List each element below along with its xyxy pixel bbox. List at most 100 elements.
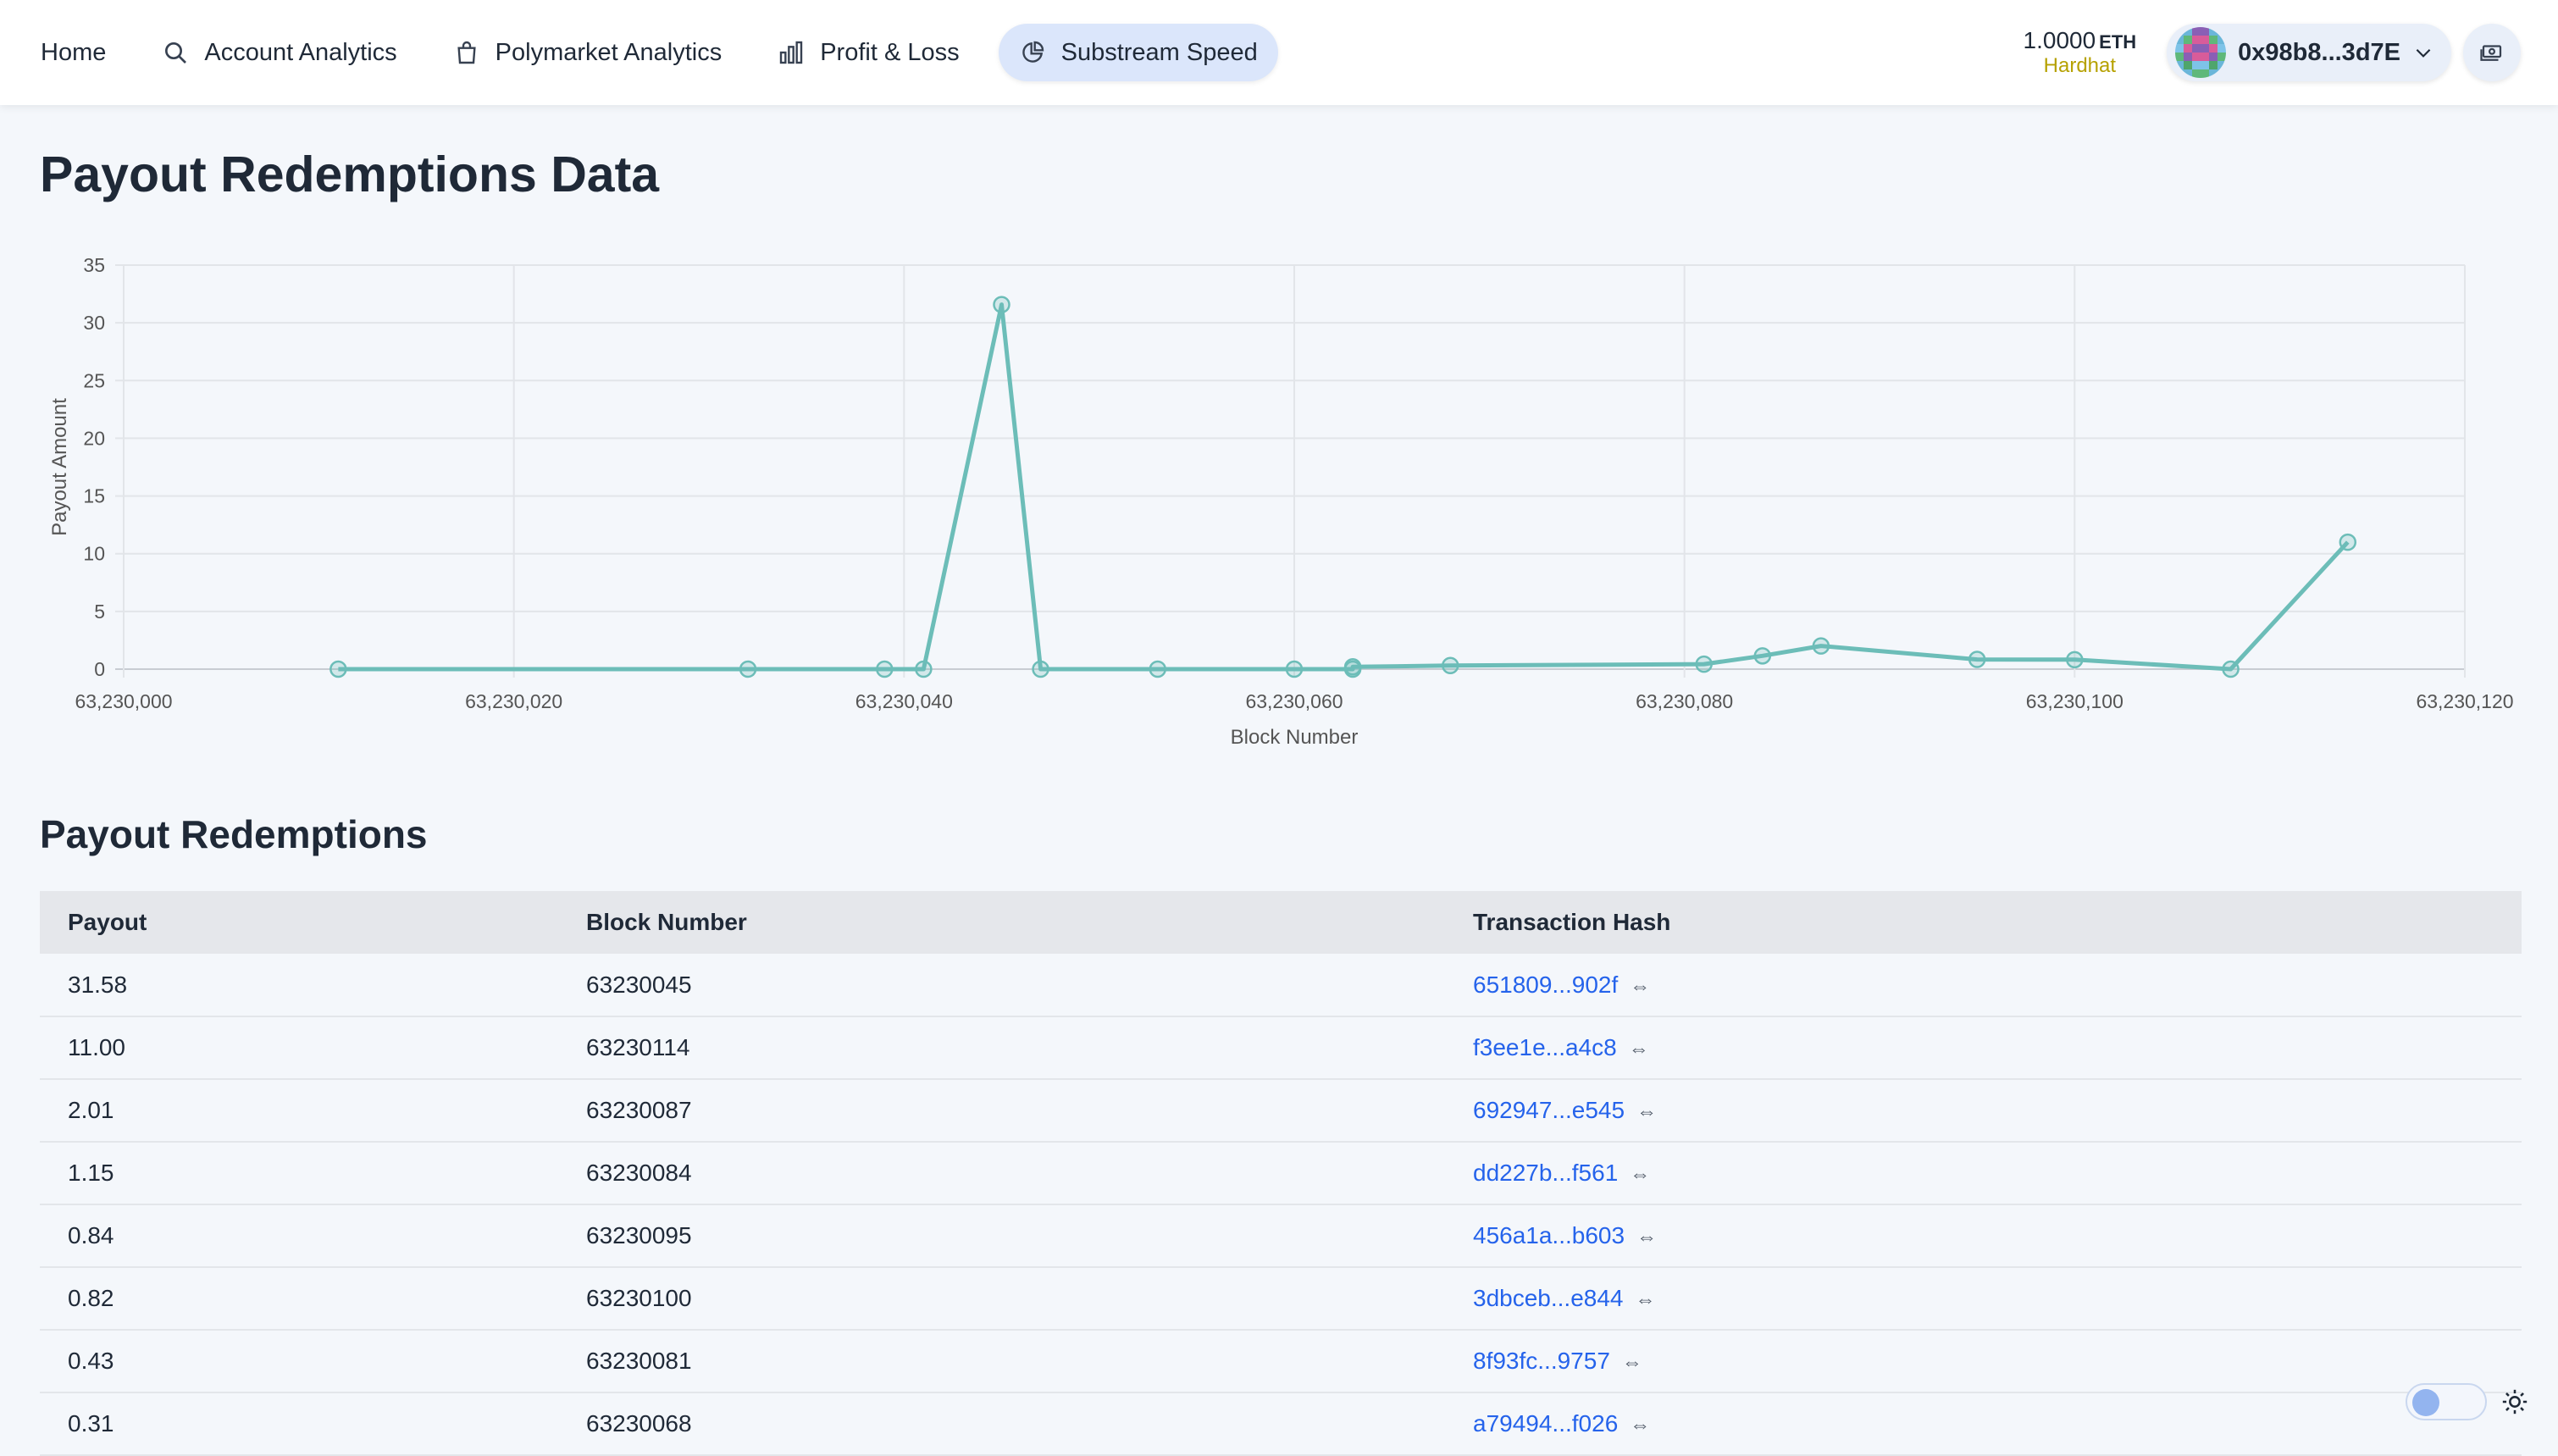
cell-block-number: 63230114 — [586, 1016, 1473, 1080]
transaction-hash-link[interactable]: 3dbceb...e844 — [1473, 1285, 1624, 1311]
table-row: 31.58 63230045 651809...902f ⇔ — [40, 954, 2522, 1017]
nav-item-profit-loss[interactable]: Profit & Loss — [761, 24, 976, 81]
transaction-hash-link[interactable]: f3ee1e...a4c8 — [1473, 1034, 1617, 1060]
theme-toggle[interactable] — [2406, 1383, 2487, 1420]
copy-icon[interactable]: ⇔ — [1629, 1038, 1649, 1060]
cell-payout: 2.01 — [40, 1079, 586, 1143]
payout-line-chart: 0 5 10 15 20 25 30 35 63,230,000 63,230,020 63,230… — [48, 254, 2514, 749]
copy-icon[interactable]: ⇔ — [1630, 1414, 1650, 1437]
y-tick-label: 20 — [83, 427, 105, 449]
data-point — [1753, 647, 1772, 665]
cell-payout: 0.82 — [40, 1267, 586, 1331]
cell-payout: 11.00 — [40, 1016, 586, 1080]
y-tick-label: 5 — [94, 601, 105, 623]
copy-icon[interactable]: ⇔ — [1622, 1351, 1642, 1374]
page-title: Payout Redemptions Data — [40, 147, 660, 202]
y-tick-label: 35 — [83, 254, 105, 276]
y-axis-title: Payout Amount — [48, 398, 71, 536]
copy-icon[interactable]: ⇔ — [1636, 1226, 1657, 1248]
data-point — [876, 660, 894, 678]
copy-icon[interactable]: ⇔ — [1630, 975, 1650, 998]
search-icon — [165, 42, 187, 64]
table-row: 0.43 63230081 8f93fc...9757 ⇔ — [40, 1330, 2522, 1393]
cell-block-number: 63230084 — [586, 1142, 1473, 1205]
copy-icon[interactable]: ⇔ — [1630, 1163, 1650, 1186]
cell-transaction-hash: dd227b...f561 ⇔ — [1473, 1142, 2522, 1205]
data-point — [329, 660, 347, 678]
cell-payout: 0.84 — [40, 1204, 586, 1268]
x-tick-label: 63,230,120 — [2416, 690, 2513, 712]
nav-links: Home Account Analytics Polymarket Analyt… — [24, 0, 1300, 105]
nav-item-account-analytics[interactable]: Account Analytics — [145, 24, 413, 81]
wallet-balance: 1.0000 ETH Hardhat — [2024, 27, 2137, 78]
series-line — [338, 302, 2350, 672]
data-point — [2066, 650, 2084, 669]
transaction-hash-link[interactable]: 456a1a...b603 — [1473, 1222, 1625, 1248]
nav-item-home[interactable]: Home — [24, 24, 123, 81]
transaction-hash-link[interactable]: 692947...e545 — [1473, 1097, 1625, 1123]
transaction-hash-link[interactable]: dd227b...f561 — [1473, 1160, 1618, 1186]
table-row: 0.82 63230100 3dbceb...e844 ⇔ — [40, 1267, 2522, 1331]
data-point — [1442, 656, 1459, 675]
top-navbar: Home Account Analytics Polymarket Analyt… — [0, 0, 2558, 105]
sun-icon — [2502, 1389, 2528, 1414]
nav-right: 1.0000 ETH Hardhat 0x98b8...3d7E — [2024, 24, 2521, 81]
column-header-block-number: Block Number — [586, 891, 1473, 954]
y-tick-label: 25 — [83, 369, 105, 391]
toggle-knob — [2412, 1389, 2439, 1416]
nav-item-label: Substream Speed — [1060, 38, 1258, 66]
data-point — [915, 660, 933, 678]
copy-icon[interactable]: ⇔ — [1636, 1288, 1656, 1311]
cell-payout: 0.43 — [40, 1330, 586, 1393]
table-row: 0.31 63230068 a79494...f026 ⇔ — [40, 1392, 2522, 1456]
table-row: 1.15 63230084 dd227b...f561 ⇔ — [40, 1142, 2522, 1205]
nav-item-substream-speed[interactable]: Substream Speed — [998, 24, 1278, 81]
cell-transaction-hash: 8f93fc...9757 ⇔ — [1473, 1330, 2522, 1393]
data-point — [1149, 660, 1167, 678]
data-point — [1968, 650, 1986, 668]
data-point — [1032, 660, 1049, 678]
cell-transaction-hash: f3ee1e...a4c8 ⇔ — [1473, 1016, 2522, 1080]
shopping-bag-icon — [457, 41, 476, 64]
transaction-hash-link[interactable]: 651809...902f — [1473, 972, 1618, 998]
data-point — [1812, 637, 1830, 655]
bar-chart-icon — [780, 41, 803, 64]
cell-payout: 1.15 — [40, 1142, 586, 1205]
table-row: 11.00 63230114 f3ee1e...a4c8 ⇔ — [40, 1016, 2522, 1080]
faucet-button[interactable] — [2463, 24, 2521, 81]
account-button[interactable]: 0x98b8...3d7E — [2167, 24, 2451, 81]
copy-icon[interactable]: ⇔ — [1636, 1100, 1657, 1123]
nav-item-polymarket-analytics[interactable]: Polymarket Analytics — [436, 24, 739, 81]
x-tick-label: 63,230,020 — [465, 690, 562, 712]
y-tick-label: 15 — [83, 485, 105, 507]
transaction-hash-link[interactable]: a79494...f026 — [1473, 1410, 1618, 1437]
pie-chart-icon — [1022, 41, 1044, 63]
section-title: Payout Redemptions — [40, 812, 428, 856]
cell-transaction-hash: 651809...902f ⇔ — [1473, 954, 2522, 1017]
data-point — [1695, 655, 1713, 673]
cell-block-number: 63230095 — [586, 1204, 1473, 1268]
nav-item-label: Polymarket Analytics — [495, 38, 723, 66]
y-tick-label: 0 — [94, 658, 105, 680]
transaction-hash-link[interactable]: 8f93fc...9757 — [1473, 1348, 1610, 1374]
y-tick-label: 30 — [83, 312, 105, 334]
cell-block-number: 63230087 — [586, 1079, 1473, 1143]
chevron-down-icon — [2416, 48, 2431, 58]
data-point — [1285, 660, 1304, 678]
network-name: Hardhat — [2043, 54, 2117, 78]
cell-block-number: 63230100 — [586, 1267, 1473, 1331]
data-point — [2222, 660, 2240, 678]
avatar — [2175, 27, 2227, 78]
x-tick-label: 63,230,040 — [855, 690, 953, 712]
data-point — [1343, 658, 1362, 676]
account-address: 0x98b8...3d7E — [2238, 38, 2400, 66]
x-tick-label: 63,230,060 — [1245, 690, 1343, 712]
x-tick-label: 63,230,100 — [2026, 690, 2123, 712]
data-point — [739, 660, 757, 678]
payout-table: Payout Block Number Transaction Hash 31.… — [40, 891, 2522, 1456]
cell-transaction-hash: 456a1a...b603 ⇔ — [1473, 1204, 2522, 1268]
data-point — [2339, 533, 2357, 551]
cell-block-number: 63230045 — [586, 954, 1473, 1017]
balance-amount: 1.0000 — [2023, 27, 2096, 54]
cell-transaction-hash: 692947...e545 ⇔ — [1473, 1079, 2522, 1143]
